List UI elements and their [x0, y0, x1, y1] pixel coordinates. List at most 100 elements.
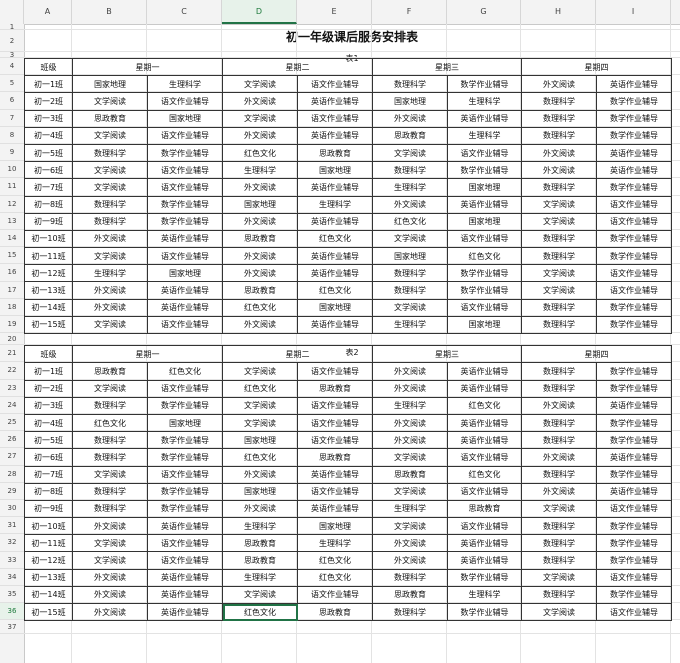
activity-cell[interactable]: 思政教育 [222, 551, 298, 570]
activity-cell[interactable]: 生理科学 [372, 178, 448, 197]
activity-cell[interactable]: 数学作业辅导 [596, 413, 672, 433]
activity-cell[interactable]: 文学阅读 [521, 212, 597, 231]
activity-cell[interactable]: 数学作业辅导 [147, 212, 223, 231]
activity-cell[interactable]: 语文作业辅导 [297, 482, 373, 501]
activity-cell[interactable]: 数学作业辅导 [596, 534, 672, 553]
activity-cell[interactable]: 数理科学 [521, 92, 597, 111]
activity-cell[interactable]: 文学阅读 [222, 109, 298, 128]
activity-cell[interactable]: 数理科学 [521, 109, 597, 128]
activity-cell[interactable]: 数学作业辅导 [147, 431, 223, 450]
row-header-24[interactable]: 24 [0, 397, 24, 414]
activity-cell[interactable]: 红色文化 [447, 465, 522, 484]
activity-cell[interactable]: 红色文化 [222, 379, 298, 398]
activity-cell[interactable]: 国家地理 [372, 247, 448, 266]
row-header-33[interactable]: 33 [0, 552, 24, 569]
class-name-cell[interactable]: 初一8班 [24, 195, 73, 214]
activity-cell[interactable]: 数学作业辅导 [447, 264, 522, 283]
column-header-i[interactable]: I [596, 0, 671, 24]
activity-cell[interactable]: 数学作业辅导 [147, 499, 223, 519]
activity-cell[interactable]: 数学作业辅导 [147, 396, 223, 415]
column-header-a[interactable]: A [24, 0, 72, 24]
activity-cell[interactable]: 英语作业辅导 [297, 247, 373, 266]
activity-cell[interactable]: 语文作业辅导 [147, 465, 223, 484]
activity-cell[interactable]: 数理科学 [521, 126, 597, 145]
activity-cell[interactable]: 数理科学 [72, 431, 148, 450]
activity-cell[interactable]: 数学作业辅导 [447, 602, 522, 622]
activity-cell[interactable]: 英语作业辅导 [596, 448, 672, 467]
activity-cell[interactable]: 数理科学 [521, 247, 597, 266]
row-header-36[interactable]: 36 [0, 603, 24, 621]
activity-cell[interactable]: 思政教育 [72, 109, 148, 128]
activity-cell[interactable]: 生理科学 [147, 75, 223, 94]
activity-cell[interactable]: 语文作业辅导 [147, 379, 223, 398]
activity-cell[interactable]: 思政教育 [372, 585, 448, 605]
activity-cell[interactable]: 红色文化 [222, 298, 298, 317]
activity-cell[interactable]: 思政教育 [297, 143, 373, 163]
class-name-cell[interactable]: 初一8班 [24, 482, 73, 501]
activity-cell[interactable]: 数理科学 [372, 264, 448, 283]
activity-cell[interactable]: 英语作业辅导 [447, 413, 522, 433]
activity-cell[interactable]: 文学阅读 [521, 568, 597, 587]
activity-cell[interactable]: 国家地理 [147, 109, 223, 128]
activity-cell[interactable]: 数理科学 [521, 178, 597, 197]
header-day[interactable]: 星期四 [521, 345, 672, 364]
activity-cell[interactable]: 国家地理 [372, 92, 448, 111]
activity-cell[interactable]: 红色文化 [222, 448, 298, 467]
activity-cell[interactable]: 数理科学 [521, 551, 597, 570]
activity-cell[interactable]: 文学阅读 [222, 413, 298, 433]
activity-cell[interactable]: 数理科学 [72, 195, 148, 214]
select-all-corner[interactable] [0, 0, 24, 24]
activity-cell[interactable]: 数理科学 [521, 315, 597, 335]
activity-cell[interactable]: 外文阅读 [222, 247, 298, 266]
activity-cell[interactable]: 思政教育 [222, 229, 298, 249]
activity-cell[interactable]: 国家地理 [222, 482, 298, 501]
activity-cell[interactable]: 外文阅读 [372, 534, 448, 553]
row-header-9[interactable]: 9 [0, 144, 24, 162]
row-header-4[interactable]: 4 [0, 58, 24, 76]
activity-cell[interactable]: 数学作业辅导 [596, 298, 672, 317]
activity-cell[interactable]: 数理科学 [72, 143, 148, 163]
activity-cell[interactable]: 语文作业辅导 [447, 229, 522, 249]
class-name-cell[interactable]: 初一3班 [24, 396, 73, 415]
activity-cell[interactable]: 数理科学 [72, 448, 148, 467]
activity-cell[interactable]: 国家地理 [147, 413, 223, 433]
activity-cell[interactable]: 国家地理 [447, 212, 522, 231]
class-name-cell[interactable]: 初一6班 [24, 448, 73, 467]
activity-cell[interactable]: 文学阅读 [521, 195, 597, 214]
row-header-22[interactable]: 22 [0, 362, 24, 380]
activity-cell[interactable]: 外文阅读 [72, 585, 148, 605]
class-name-cell[interactable]: 初一4班 [24, 413, 73, 433]
class-name-cell[interactable]: 初一9班 [24, 212, 73, 231]
activity-cell[interactable]: 国家地理 [72, 75, 148, 94]
activity-cell[interactable]: 思政教育 [222, 534, 298, 553]
activity-cell[interactable]: 英语作业辅导 [297, 212, 373, 231]
activity-cell[interactable]: 数学作业辅导 [596, 178, 672, 197]
column-header-b[interactable]: B [72, 0, 147, 24]
activity-cell[interactable]: 数学作业辅导 [447, 75, 522, 94]
class-name-cell[interactable]: 初一1班 [24, 362, 73, 381]
activity-cell[interactable]: 语文作业辅导 [297, 75, 373, 94]
activity-cell[interactable]: 红色文化 [447, 247, 522, 266]
activity-cell[interactable]: 数学作业辅导 [147, 143, 223, 163]
activity-cell[interactable]: 英语作业辅导 [447, 109, 522, 128]
header-day[interactable]: 星期三 [372, 345, 522, 364]
activity-cell[interactable]: 数理科学 [72, 499, 148, 519]
class-name-cell[interactable]: 初一4班 [24, 126, 73, 145]
activity-cell[interactable]: 国家地理 [147, 264, 223, 283]
row-header-29[interactable]: 29 [0, 483, 24, 500]
activity-cell[interactable]: 语文作业辅导 [147, 534, 223, 553]
activity-cell[interactable]: 红色文化 [447, 396, 522, 415]
activity-cell[interactable]: 数学作业辅导 [596, 517, 672, 536]
activity-cell[interactable]: 文学阅读 [372, 229, 448, 249]
row-header-27[interactable]: 27 [0, 448, 24, 466]
row-header-2[interactable]: 2 [0, 30, 24, 52]
activity-cell[interactable]: 数理科学 [521, 465, 597, 484]
activity-cell[interactable]: 语文作业辅导 [447, 517, 522, 536]
activity-cell[interactable]: 文学阅读 [372, 482, 448, 501]
activity-cell[interactable]: 生理科学 [222, 568, 298, 587]
column-header-f[interactable]: F [372, 0, 447, 24]
activity-cell[interactable]: 数学作业辅导 [596, 315, 672, 335]
activity-cell[interactable]: 外文阅读 [372, 413, 448, 433]
row-header-20[interactable]: 20 [0, 333, 24, 346]
row-header-14[interactable]: 14 [0, 230, 24, 248]
